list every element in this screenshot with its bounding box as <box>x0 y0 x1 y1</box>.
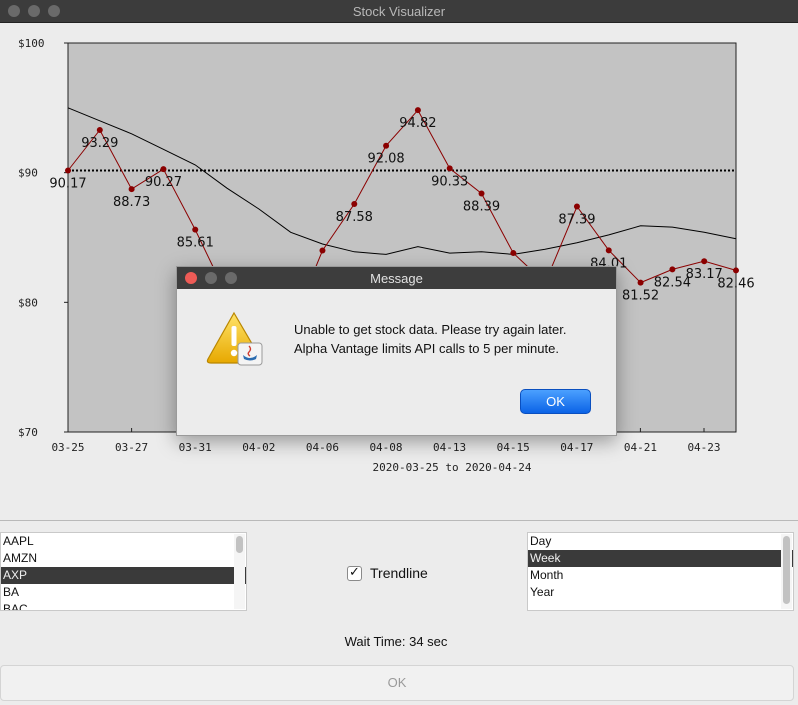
panel-divider <box>0 520 798 521</box>
price-point <box>65 167 71 174</box>
window-titlebar: Stock Visualizer <box>0 0 798 23</box>
price-point <box>478 190 485 197</box>
x-tick-label: 03-27 <box>115 441 148 454</box>
price-point <box>733 267 739 274</box>
trendline-label: Trendline <box>370 565 428 581</box>
price-data-label: 85.61 <box>177 236 214 251</box>
x-tick-label: 04-13 <box>433 441 466 454</box>
x-axis-label: 2020-03-25 to 2020-04-24 <box>373 461 532 474</box>
dialog-message-line-2: Alpha Vantage limits API calls to 5 per … <box>294 341 559 356</box>
dialog-ok-button[interactable]: OK <box>520 389 591 414</box>
symbol-item-axp[interactable]: AXP <box>1 567 246 584</box>
price-data-label: 93.29 <box>81 136 118 151</box>
price-data-label: 94.82 <box>399 116 436 131</box>
price-data-label: 90.17 <box>49 176 86 191</box>
window-title: Stock Visualizer <box>352 4 446 19</box>
interval-item-month[interactable]: Month <box>528 567 793 584</box>
symbol-list-scrollbar[interactable] <box>234 534 245 609</box>
price-point <box>160 166 167 173</box>
price-point <box>605 247 612 254</box>
wait-time-text: Wait Time: 34 sec <box>344 634 448 649</box>
price-data-label: 92.08 <box>367 152 404 167</box>
x-tick-label: 04-23 <box>687 441 720 454</box>
symbol-item-amzn[interactable]: AMZN <box>1 550 246 567</box>
interval-list-scroll-thumb[interactable] <box>783 536 790 604</box>
checkmark-icon: ✓ <box>349 563 360 579</box>
trendline-checkbox[interactable]: ✓ <box>347 563 362 581</box>
price-point <box>96 127 103 134</box>
dialog-message-line-1: Unable to get stock data. Please try aga… <box>294 322 567 337</box>
app-window: Stock Visualizer $100 $90 $80 $70 03-25 03-27… <box>0 0 798 705</box>
interval-list-scrollbar[interactable] <box>781 534 792 609</box>
trendline-option[interactable]: ✓ Trendline <box>347 564 428 582</box>
x-tick-label: 04-21 <box>624 441 657 454</box>
x-tick-label: 04-15 <box>497 441 530 454</box>
dialog-message: Unable to get stock data. Please try aga… <box>294 320 566 358</box>
y-tick-label: $90 <box>18 167 38 180</box>
price-point <box>573 203 580 210</box>
symbol-item-aapl[interactable]: AAPL <box>1 533 246 550</box>
interval-list[interactable]: Day Week Month Year <box>527 532 794 611</box>
x-tick-label: 04-08 <box>369 441 402 454</box>
interval-item-year[interactable]: Year <box>528 584 793 601</box>
price-point <box>414 107 421 114</box>
price-data-label: 90.33 <box>431 174 468 189</box>
price-data-label: 88.39 <box>463 200 500 215</box>
price-point <box>192 226 199 233</box>
x-tick-label: 03-25 <box>51 441 84 454</box>
y-tick-label: $70 <box>18 426 38 439</box>
interval-item-day[interactable]: Day <box>528 533 793 550</box>
x-tick-label: 04-02 <box>242 441 275 454</box>
price-point <box>319 247 326 254</box>
price-data-label: 87.58 <box>336 210 373 225</box>
ok-button[interactable]: OK <box>0 665 794 701</box>
x-tick-label: 03-31 <box>179 441 212 454</box>
price-point <box>701 258 708 265</box>
price-data-label: 90.27 <box>145 175 182 190</box>
price-data-label: 82.46 <box>717 276 754 291</box>
y-tick-label: $100 <box>18 37 45 50</box>
price-point <box>637 279 644 286</box>
symbol-list[interactable]: AAPL AMZN AXP BA BAC <box>0 532 247 611</box>
x-tick-label: 04-06 <box>306 441 339 454</box>
dialog-titlebar: Message <box>177 267 616 289</box>
symbol-list-scroll-thumb[interactable] <box>236 536 243 553</box>
price-data-label: 81.52 <box>622 289 659 304</box>
dialog-title: Message <box>370 271 423 286</box>
message-dialog: Message Unable to get stock data. Please… <box>176 266 617 436</box>
symbol-item-bac[interactable]: BAC <box>1 601 246 610</box>
y-tick-label: $80 <box>18 296 38 309</box>
price-point <box>510 250 517 257</box>
price-point <box>446 165 453 172</box>
x-tick-label: 04-17 <box>560 441 593 454</box>
price-point <box>128 186 135 193</box>
interval-item-week[interactable]: Week <box>528 550 793 567</box>
price-point <box>669 266 676 273</box>
symbol-item-ba[interactable]: BA <box>1 584 246 601</box>
price-point <box>351 201 358 208</box>
price-point <box>383 142 390 149</box>
price-data-label: 87.39 <box>558 213 595 228</box>
warning-icon <box>206 311 263 366</box>
price-data-label: 88.73 <box>113 195 150 210</box>
